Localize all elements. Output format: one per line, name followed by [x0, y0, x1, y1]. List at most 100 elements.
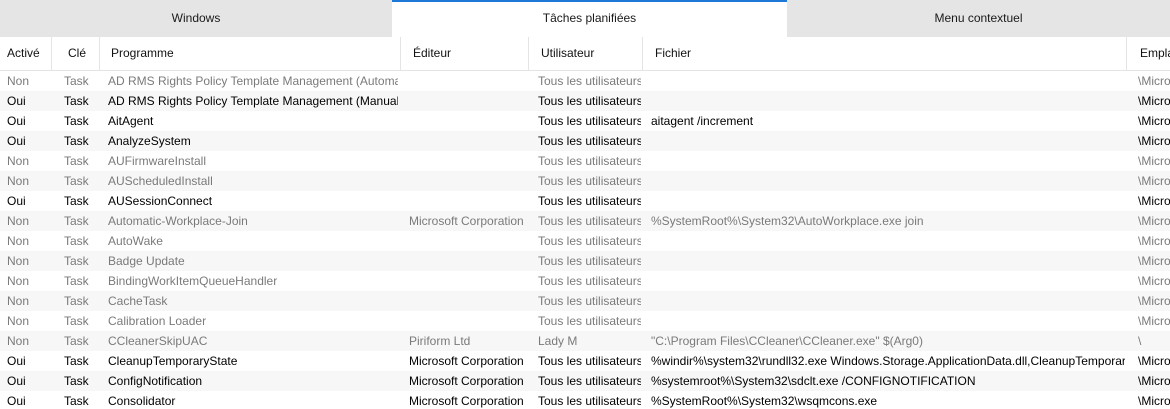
column-header-file[interactable]: Fichier: [655, 37, 1115, 70]
task-list: Non Task AD RMS Rights Policy Template Man…: [0, 71, 1170, 409]
cell-location: \Micros: [1138, 154, 1170, 168]
cell-publisher: [409, 291, 527, 311]
table-row[interactable]: Oui Task AUSessionConnect Tous les utilisat…: [0, 191, 1170, 211]
cell-file: "C:\Program Files\CCleaner\CCleaner.exe"…: [651, 334, 923, 348]
table-row[interactable]: Non Task Calibration Loader Tous les utilis…: [0, 311, 1170, 331]
cell-file: [651, 131, 1125, 151]
cell-file: [651, 251, 1125, 271]
cell-enabled: Oui: [7, 374, 26, 388]
table-header: Activé Clé Programme Éditeur Utilisateur…: [0, 37, 1170, 71]
cell-key: Task: [64, 394, 89, 408]
cell-key: Task: [64, 234, 89, 248]
cell-enabled: Oui: [7, 114, 26, 128]
table-row[interactable]: Oui Task AnalyzeSystem Tous les utilisateur…: [0, 131, 1170, 151]
table-row[interactable]: Non Task AUFirmwareInstall Tous les utilisa…: [0, 151, 1170, 171]
cell-publisher: [409, 231, 527, 251]
cell-user: Tous les utilisateurs: [538, 154, 641, 168]
cell-program: Consolidator: [108, 394, 176, 408]
cell-enabled: Oui: [7, 194, 26, 208]
tab-scheduled-tasks[interactable]: Tâches planifiées: [392, 0, 787, 37]
cell-publisher: Microsoft Corporation: [409, 354, 524, 368]
cell-location: \: [1138, 334, 1142, 348]
cell-user: Tous les utilisateurs: [538, 354, 641, 368]
cell-location: \Micros: [1138, 114, 1170, 128]
column-divider[interactable]: [99, 37, 100, 70]
cell-key: Task: [64, 294, 89, 308]
cell-location: \Micros: [1138, 214, 1170, 228]
cell-location: \Micros: [1138, 194, 1170, 208]
cell-key: Task: [64, 254, 89, 268]
tab-context-menu[interactable]: Menu contextuel: [787, 0, 1170, 37]
cell-program: AUScheduledInstall: [108, 174, 213, 188]
column-header-user[interactable]: Utilisateur: [541, 37, 641, 70]
tab-bar: Windows Tâches planifiées Menu contextue…: [0, 0, 1170, 37]
table-row[interactable]: Non Task Badge Update Tous les utilisateurs…: [0, 251, 1170, 271]
cell-location: \Micros: [1138, 394, 1170, 408]
table-row[interactable]: Oui Task CleanupTemporaryState Microsoft Co…: [0, 351, 1170, 371]
table-row[interactable]: Non Task AUScheduledInstall Tous les utilis…: [0, 171, 1170, 191]
cell-user: Tous les utilisateurs: [538, 74, 641, 88]
cell-user: Tous les utilisateurs: [538, 254, 641, 268]
cell-file: [651, 91, 1125, 111]
column-header-key[interactable]: Clé: [68, 37, 98, 70]
cell-location: \Micros: [1138, 74, 1170, 88]
cell-key: Task: [64, 194, 89, 208]
cell-enabled: Non: [7, 174, 30, 188]
cell-user: Tous les utilisateurs: [538, 114, 641, 128]
cell-enabled: Oui: [7, 134, 26, 148]
cell-location: \Micros: [1138, 234, 1170, 248]
table-row[interactable]: Non Task Automatic-Workplace-Join Microsoft…: [0, 211, 1170, 231]
column-divider[interactable]: [51, 37, 52, 70]
table-row[interactable]: Non Task CCleanerSkipUAC Piriform Ltd Lady M…: [0, 331, 1170, 351]
cell-key: Task: [64, 94, 89, 108]
tab-windows[interactable]: Windows: [0, 0, 392, 37]
cell-publisher: Piriform Ltd: [409, 334, 471, 348]
column-header-location[interactable]: Empla: [1140, 37, 1170, 70]
cell-location: \Micros: [1138, 134, 1170, 148]
cell-program: CleanupTemporaryState: [108, 354, 238, 368]
cell-enabled: Non: [7, 334, 30, 348]
cell-program: Calibration Loader: [108, 314, 207, 328]
cell-enabled: Non: [7, 74, 30, 88]
cell-enabled: Non: [7, 314, 30, 328]
column-header-program[interactable]: Programme: [111, 37, 391, 70]
table-row[interactable]: Non Task AutoWake Tous les utilisateurs \Mic…: [0, 231, 1170, 251]
cell-program: AD RMS Rights Policy Template Management…: [108, 74, 398, 88]
cell-enabled: Non: [7, 294, 30, 308]
column-divider[interactable]: [400, 37, 401, 70]
cell-enabled: Non: [7, 274, 30, 288]
column-header-enabled[interactable]: Activé: [7, 37, 57, 70]
cell-program: AUFirmwareInstall: [108, 154, 207, 168]
cell-publisher: [409, 311, 527, 331]
column-divider[interactable]: [642, 37, 643, 70]
table-row[interactable]: Non Task BindingWorkItemQueueHandler Tous l…: [0, 271, 1170, 291]
column-header-publisher[interactable]: Éditeur: [413, 37, 523, 70]
cell-key: Task: [64, 74, 89, 88]
table-row[interactable]: Oui Task ConfigNotification Microsoft Corpo…: [0, 371, 1170, 391]
cell-program: AUSessionConnect: [108, 194, 213, 208]
cell-file: aitagent /increment: [651, 114, 754, 128]
cell-program: AD RMS Rights Policy Template Management…: [108, 94, 398, 108]
cell-user: Tous les utilisateurs: [538, 314, 641, 328]
cell-key: Task: [64, 154, 89, 168]
table-row[interactable]: Non Task CacheTask Tous les utilisateurs \Mi…: [0, 291, 1170, 311]
cell-enabled: Non: [7, 254, 30, 268]
cell-user: Tous les utilisateurs: [538, 94, 641, 108]
table-row[interactable]: Oui Task AD RMS Rights Policy Template Man…: [0, 91, 1170, 111]
cell-location: \Micros: [1138, 374, 1170, 388]
cell-publisher: [409, 191, 527, 211]
cell-location: \Micros: [1138, 354, 1170, 368]
cell-file: %SystemRoot%\System32\wsqmcons.exe: [651, 394, 878, 408]
cell-file: [651, 291, 1125, 311]
cell-user: Tous les utilisateurs: [538, 214, 641, 228]
cell-user: Tous les utilisateurs: [538, 374, 641, 388]
cell-program: CacheTask: [108, 294, 168, 308]
cell-file: [651, 191, 1125, 211]
cell-location: \Micros: [1138, 94, 1170, 108]
table-row[interactable]: Oui Task AitAgent Tous les utilisateurs aita…: [0, 111, 1170, 131]
table-row[interactable]: Oui Task Consolidator Microsoft Corporation…: [0, 391, 1170, 409]
column-divider[interactable]: [1126, 37, 1127, 70]
column-divider[interactable]: [528, 37, 529, 70]
table-row[interactable]: Non Task AD RMS Rights Policy Template Man…: [0, 71, 1170, 91]
cell-key: Task: [64, 314, 89, 328]
